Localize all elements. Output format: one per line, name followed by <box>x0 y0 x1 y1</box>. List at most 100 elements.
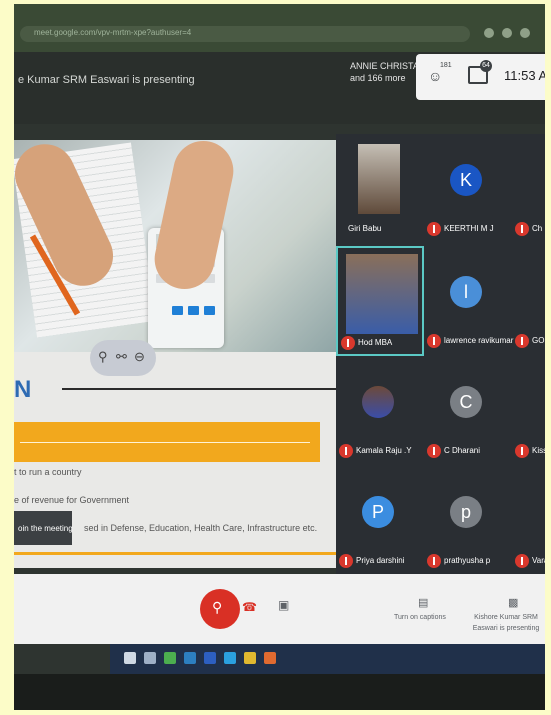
people-icon[interactable]: ☺ <box>428 68 442 84</box>
participant-tile[interactable]: p prathyusha p <box>424 466 512 576</box>
monitor-screen: meet.google.com/vpv-mrtm-xpe?authuser=4 … <box>14 4 545 710</box>
start-icon[interactable] <box>124 652 136 664</box>
chrome-icon[interactable] <box>264 652 276 664</box>
participant-tile[interactable]: P Priya darshini <box>336 466 424 576</box>
participant-name: lawrence ravikumar <box>444 336 514 345</box>
pin-icon[interactable]: ⚲ <box>98 349 108 365</box>
participant-tile[interactable]: Kiss <box>512 356 545 466</box>
mic-off-icon <box>515 554 529 568</box>
camera-icon[interactable]: ▣ <box>278 598 289 612</box>
slide-highlight-bar <box>14 422 320 462</box>
participant-name: Kamala Raju .Y <box>356 446 412 455</box>
highlight-rule <box>20 442 310 443</box>
meeting-bottom-bar: ⚲ ☎ ▣ ▤ Turn on captions ▩ Kishore Kumar… <box>14 574 545 644</box>
participant-tile[interactable]: l lawrence ravikumar <box>424 246 514 356</box>
browser-bar: meet.google.com/vpv-mrtm-xpe?authuser=4 <box>14 4 545 52</box>
participant-tile[interactable]: C C Dharani <box>424 356 512 466</box>
slide-photo <box>14 140 336 352</box>
participant-name: Vara <box>532 556 545 565</box>
mic-off-icon <box>339 554 353 568</box>
participant-avatar: K <box>450 164 482 196</box>
edge-icon[interactable] <box>224 652 236 664</box>
mic-off-icon <box>515 222 529 236</box>
participant-photo-avatar <box>362 386 394 418</box>
search-icon[interactable] <box>144 652 156 664</box>
participant-tile[interactable]: GO <box>512 246 545 356</box>
participant-tile[interactable]: Giri Babu <box>336 134 424 244</box>
presenter-banner: e Kumar SRM Easwari is presenting <box>18 74 195 86</box>
end-call-icon[interactable]: ☎ <box>242 600 257 614</box>
participant-name: GO <box>532 336 545 345</box>
participant-name: Hod MBA <box>358 338 393 347</box>
meeting-top-bar: e Kumar SRM Easwari is presenting ANNIE … <box>14 52 545 124</box>
calculator-key-blue <box>204 306 215 315</box>
mic-off-icon <box>427 554 441 568</box>
windows-taskbar <box>110 644 545 674</box>
participant-avatar: C <box>450 386 482 418</box>
chrome-icon[interactable] <box>244 652 256 664</box>
people-count: 181 <box>440 62 452 69</box>
slide-bottom-rule <box>14 552 336 555</box>
viewers-line1: ANNIE CHRISTA... <box>350 61 427 71</box>
participant-name: Ch <box>532 224 543 233</box>
participant-avatar: p <box>450 496 482 528</box>
taskview-icon[interactable] <box>164 652 176 664</box>
mic-off-icon <box>339 444 353 458</box>
captions-icon[interactable]: ▤ <box>418 596 428 609</box>
meeting-controls: ☺ 181 64 11:53 AM <box>416 54 545 100</box>
clock: 11:53 AM <box>504 68 545 83</box>
app-icon[interactable] <box>184 652 196 664</box>
app-icon[interactable] <box>204 652 216 664</box>
participant-tile[interactable]: Kamala Raju .Y <box>336 356 424 466</box>
mic-off-icon: ⚲ <box>212 599 223 615</box>
mic-toggle-button[interactable]: ⚲ <box>200 589 240 629</box>
profile-icon[interactable] <box>520 28 530 38</box>
participant-video <box>358 144 400 214</box>
hand-image <box>149 140 239 295</box>
participant-name: KEERTHI M J <box>444 224 494 233</box>
calculator-key-blue <box>172 306 183 315</box>
minus-icon[interactable]: ⊖ <box>134 349 145 365</box>
chat-count: 64 <box>480 60 492 72</box>
address-text: meet.google.com/vpv-mrtm-xpe?authuser=4 <box>34 28 192 37</box>
mic-off-icon <box>515 444 529 458</box>
calculator-key-blue <box>188 306 199 315</box>
captions-label[interactable]: Turn on captions <box>394 614 446 621</box>
mic-off-icon <box>341 336 355 350</box>
participant-avatar: l <box>450 276 482 308</box>
participant-name: Giri Babu <box>348 224 382 233</box>
tab-icon[interactable] <box>484 28 494 38</box>
slide-rule <box>62 388 340 390</box>
participant-name: Priya darshini <box>356 556 405 565</box>
monitor-bezel <box>14 674 545 710</box>
presentation-zoom-controls: ⚲ ⚯ ⊖ <box>90 340 156 376</box>
slide-bullet: t to run a country <box>14 467 82 477</box>
mic-off-icon <box>427 334 441 348</box>
participant-tile[interactable]: Hod MBA <box>336 246 424 356</box>
participant-video <box>346 254 418 334</box>
mic-icon[interactable]: ⚯ <box>116 349 127 365</box>
slide-bullet: e of revenue for Government <box>14 495 130 505</box>
participant-tile[interactable]: Vara <box>512 466 545 576</box>
tooltip-text: oin the meeting <box>18 524 73 533</box>
address-bar[interactable]: meet.google.com/vpv-mrtm-xpe?authuser=4 <box>20 26 470 42</box>
viewers-line2: and 166 more <box>350 73 406 83</box>
participant-avatar: P <box>362 496 394 528</box>
join-tooltip: oin the meeting <box>14 511 73 545</box>
mic-off-icon <box>427 222 441 236</box>
participant-name: C Dharani <box>444 446 481 455</box>
participant-tile[interactable]: Ch <box>512 134 545 244</box>
present-icon[interactable]: ▩ <box>508 596 518 609</box>
slide-bullet: sed in Defense, Education, Health Care, … <box>84 523 318 533</box>
mic-off-icon <box>515 334 529 348</box>
participant-name: Kiss <box>532 446 545 455</box>
shared-presentation[interactable]: ⚲ ⚯ ⊖ N t to run a country e of revenue … <box>14 140 340 568</box>
participant-tile[interactable]: K KEERTHI M J <box>424 134 512 244</box>
viewers-info: ANNIE CHRISTA... and 166 more <box>350 60 426 84</box>
participant-grid: Giri Babu K KEERTHI M J Ch Hod MBA l law… <box>336 134 545 574</box>
mic-off-icon <box>427 444 441 458</box>
extension-icon[interactable] <box>502 28 512 38</box>
presenting-label[interactable]: Kishore Kumar SRM Easwari is presenting <box>470 612 542 634</box>
participant-name: prathyusha p <box>444 556 491 565</box>
slide-heading: N <box>14 376 32 403</box>
